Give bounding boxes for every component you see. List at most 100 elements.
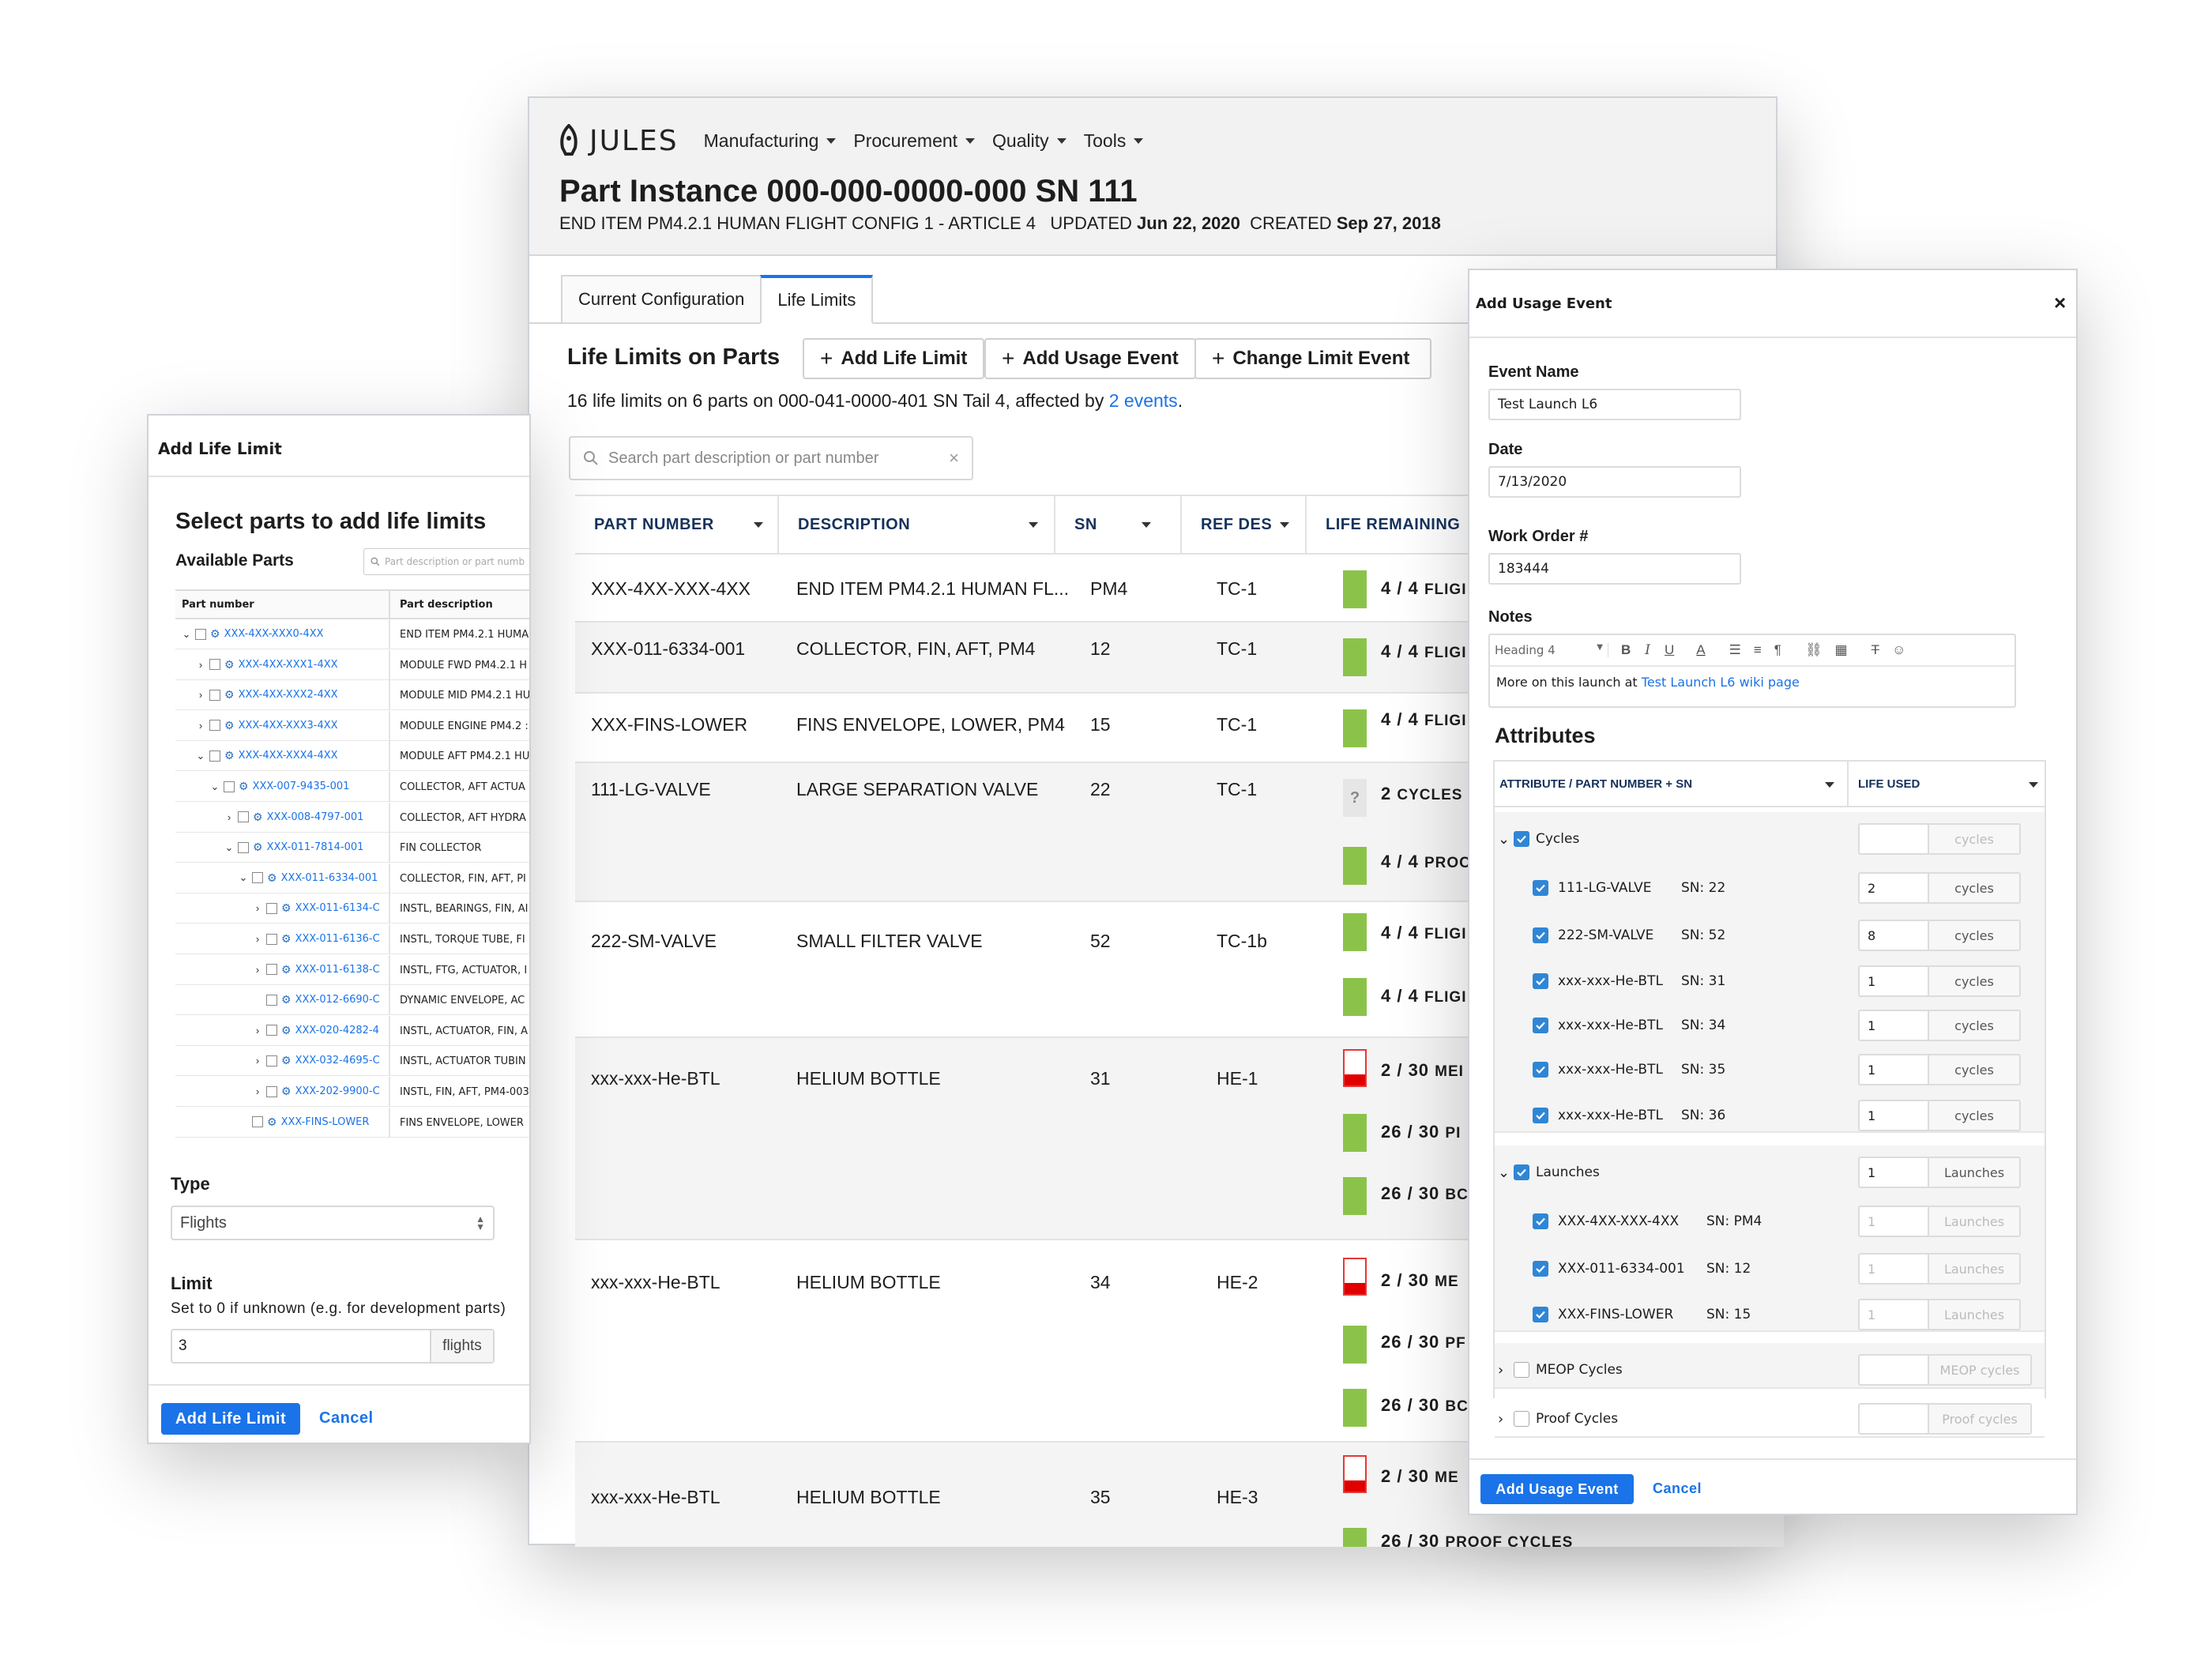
life-used-input[interactable]: 1 Launches — [1858, 1253, 2021, 1285]
tree-row[interactable]: › ⚙ XXX-4XX-XXX3-4XX MODULE ENGINE PM4.2 : — [175, 710, 529, 741]
tree-part-number[interactable]: XXX-4XX-XXX0-4XX — [224, 628, 324, 640]
life-used-input[interactable]: 1 Launches — [1858, 1299, 2021, 1330]
tree-row[interactable]: ⌄ ⚙ XXX-007-9435-001 COLLECTOR, AFT ACTUA — [175, 772, 529, 802]
chevron-down-icon[interactable]: ⌄ — [224, 841, 234, 854]
life-used-input[interactable]: MEOP cycles — [1858, 1354, 2032, 1386]
work-order-input[interactable]: 183444 — [1488, 553, 1741, 585]
tree-part-number[interactable]: XXX-012-6690-C — [295, 994, 380, 1006]
add-usage-event-button[interactable]: + Add Usage Event — [984, 338, 1196, 379]
link-icon[interactable]: ⛓ — [1805, 642, 1823, 658]
col-attribute[interactable]: ATTRIBUTE / PART NUMBER + SN — [1499, 777, 1692, 791]
item-checkbox[interactable] — [1533, 1213, 1548, 1229]
tree-row[interactable]: › ⚙ XXX-020-4282-4 INSTL, ACTUATOR, FIN, A — [175, 1015, 529, 1046]
tab-current-configuration[interactable]: Current Configuration — [561, 275, 762, 324]
notes-editor[interactable]: Heading 4 ▼ B I U A ☰ ≡ ¶ ⛓ ▦ T ☺ More on… — [1488, 634, 2016, 708]
tree-row[interactable]: › ⚙ XXX-011-6134-C INSTL, BEARINGS, FIN, AI — [175, 893, 529, 924]
tree-row[interactable]: › ⚙ XXX-008-4797-001 COLLECTOR, AFT HYDRA — [175, 802, 529, 833]
bold-icon[interactable]: B — [1621, 642, 1631, 658]
col-life-used[interactable]: LIFE USED — [1858, 777, 1920, 791]
tree-part-number[interactable]: XXX-FINS-LOWER — [281, 1116, 370, 1128]
life-used-input[interactable]: cycles — [1858, 823, 2021, 855]
item-checkbox[interactable] — [1533, 927, 1548, 943]
life-used-input[interactable]: 1 Launches — [1858, 1206, 2021, 1237]
life-used-input[interactable]: 1 cycles — [1858, 1010, 2021, 1041]
jules-logo[interactable]: JULES — [558, 124, 679, 157]
clear-format-icon[interactable]: T — [1872, 642, 1879, 658]
tree-part-number[interactable]: XXX-008-4797-001 — [267, 811, 364, 823]
group-checkbox[interactable] — [1514, 1164, 1529, 1180]
tree-row[interactable]: › ⚙ XXX-011-6136-C INSTL, TORQUE TUBE, FI — [175, 924, 529, 954]
select-checkbox[interactable] — [209, 720, 220, 732]
col-life-remaining[interactable]: LIFE REMAINING — [1326, 496, 1460, 553]
chevron-right-icon[interactable]: › — [196, 659, 205, 671]
tree-row[interactable]: › ⚙ XXX-032-4695-C INSTL, ACTUATOR TUBIN — [175, 1046, 529, 1077]
select-checkbox[interactable] — [252, 872, 263, 884]
chevron-right-icon[interactable]: › — [196, 689, 205, 701]
heading-select[interactable]: Heading 4 ▼ — [1490, 643, 1608, 657]
tree-part-number[interactable]: XXX-4XX-XXX1-4XX — [239, 659, 338, 671]
item-checkbox[interactable] — [1533, 1307, 1548, 1322]
life-used-input[interactable]: Proof cycles — [1858, 1403, 2032, 1435]
tree-row[interactable]: ⌄ ⚙ XXX-011-7814-001 FIN COLLECTOR — [175, 833, 529, 863]
tree-part-number[interactable]: XXX-011-6136-C — [295, 933, 380, 945]
tree-row[interactable]: ⚙ XXX-012-6690-C DYNAMIC ENVELOPE, AC — [175, 985, 529, 1016]
tree-part-number[interactable]: XXX-4XX-XXX3-4XX — [239, 720, 338, 732]
chevron-right-icon[interactable]: › — [196, 720, 205, 732]
select-checkbox[interactable] — [195, 628, 206, 640]
group-checkbox[interactable] — [1514, 1411, 1529, 1427]
tree-row[interactable]: › ⚙ XXX-4XX-XXX2-4XX MODULE MID PM4.2.1 HU — [175, 680, 529, 711]
item-checkbox[interactable] — [1533, 880, 1548, 896]
table-icon[interactable]: ▦ — [1835, 642, 1848, 658]
chevron-right-icon[interactable]: › — [1498, 1411, 1514, 1428]
life-used-input[interactable]: 2 cycles — [1858, 872, 2021, 904]
chevron-down-icon[interactable]: ⌄ — [210, 781, 220, 793]
tree-row[interactable]: › ⚙ XXX-4XX-XXX1-4XX MODULE FWD PM4.2.1 H — [175, 649, 529, 680]
parts-search-input[interactable]: Part description or part numb — [363, 548, 529, 575]
select-checkbox[interactable] — [209, 750, 220, 762]
col-ref-des[interactable]: REF DES — [1201, 496, 1290, 553]
life-used-input[interactable]: 1 Launches — [1858, 1157, 2021, 1188]
chevron-right-icon[interactable]: › — [253, 964, 262, 976]
item-checkbox[interactable] — [1533, 1018, 1548, 1033]
tree-part-number[interactable]: XXX-011-6134-C — [295, 902, 380, 914]
select-checkbox[interactable] — [209, 689, 220, 701]
bullet-list-icon[interactable]: ☰ — [1729, 642, 1741, 658]
tab-life-limits[interactable]: Life Limits — [760, 275, 874, 324]
nav-quality[interactable]: Quality — [992, 130, 1066, 152]
clear-search-icon[interactable]: × — [949, 448, 959, 468]
cancel-button[interactable]: Cancel — [1653, 1480, 1702, 1497]
add-usage-event-submit-button[interactable]: Add Usage Event — [1480, 1474, 1634, 1504]
cancel-button[interactable]: Cancel — [319, 1409, 374, 1428]
chevron-right-icon[interactable]: › — [224, 811, 234, 823]
underline-icon[interactable]: U — [1665, 642, 1674, 658]
life-used-input[interactable]: 8 cycles — [1858, 920, 2021, 951]
nav-manufacturing[interactable]: Manufacturing — [704, 130, 837, 152]
limit-input[interactable]: 3 flights — [171, 1329, 495, 1364]
chevron-right-icon[interactable]: › — [253, 1085, 262, 1097]
select-checkbox[interactable] — [266, 902, 277, 914]
tree-part-number[interactable]: XXX-020-4282-4 — [295, 1025, 379, 1036]
select-checkbox[interactable] — [266, 1055, 277, 1066]
tree-part-number[interactable]: XXX-011-7814-001 — [267, 841, 364, 853]
chevron-right-icon[interactable]: › — [253, 902, 262, 914]
item-checkbox[interactable] — [1533, 1261, 1548, 1277]
wiki-link[interactable]: Test Launch L6 wiki page — [1642, 675, 1800, 690]
select-checkbox[interactable] — [252, 1116, 263, 1128]
emoji-icon[interactable]: ☺ — [1892, 642, 1905, 658]
tree-row[interactable]: ⚙ XXX-FINS-LOWER FINS ENVELOPE, LOWER — [175, 1107, 529, 1138]
tree-part-number[interactable]: XXX-011-6138-C — [295, 964, 380, 976]
chevron-right-icon[interactable]: › — [253, 1055, 262, 1066]
chevron-right-icon[interactable]: › — [253, 1025, 262, 1036]
select-checkbox[interactable] — [238, 841, 249, 853]
italic-icon[interactable]: I — [1645, 642, 1650, 658]
nav-tools[interactable]: Tools — [1084, 130, 1144, 152]
tree-part-number[interactable]: XXX-011-6334-001 — [281, 872, 378, 884]
chevron-right-icon[interactable]: › — [253, 933, 262, 945]
select-checkbox[interactable] — [266, 964, 277, 976]
numbered-list-icon[interactable]: ≡ — [1754, 642, 1762, 658]
tree-row[interactable]: ⌄ ⚙ XXX-4XX-XXX0-4XX END ITEM PM4.2.1 HUMA — [175, 619, 529, 649]
tree-row[interactable]: ⌄ ⚙ XXX-4XX-XXX4-4XX MODULE AFT PM4.2.1 HU — [175, 741, 529, 772]
select-checkbox[interactable] — [238, 811, 249, 823]
chevron-right-icon[interactable]: › — [1498, 1362, 1514, 1379]
event-name-input[interactable]: Test Launch L6 — [1488, 389, 1741, 420]
